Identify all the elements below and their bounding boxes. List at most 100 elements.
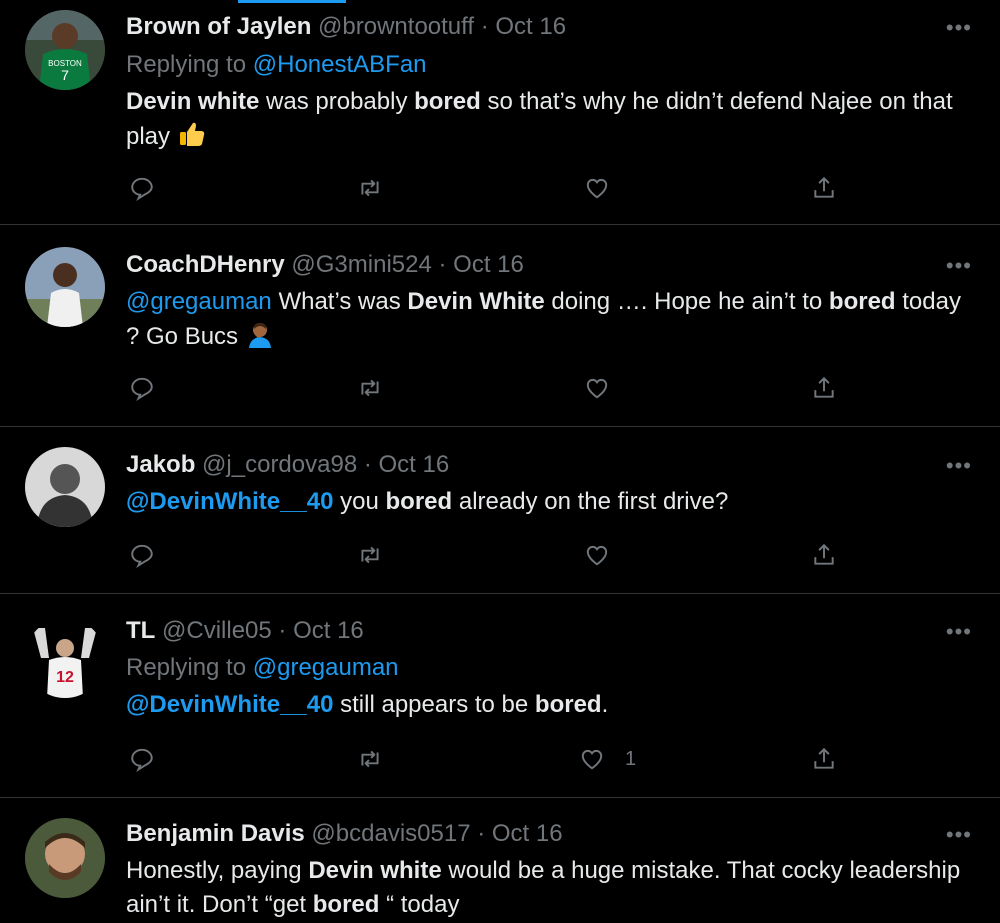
heart-icon — [586, 545, 608, 566]
text: “ today — [379, 891, 460, 918]
timestamp[interactable]: Oct 16 — [495, 13, 566, 40]
share-icon — [814, 747, 834, 769]
reply-button[interactable] — [122, 739, 162, 779]
separator: · — [271, 617, 294, 644]
like-button[interactable] — [577, 168, 617, 208]
like-button[interactable] — [577, 368, 617, 408]
tweet[interactable]: CoachDHenry @G3mini524 · Oct 16 ••• @gre… — [0, 225, 1000, 427]
avatar-image — [25, 447, 105, 527]
mention[interactable]: @gregauman — [126, 288, 272, 315]
tweet-actions: 1 — [0, 739, 1000, 779]
replying-to: Replying to @HonestABFan — [126, 50, 427, 80]
timestamp[interactable]: Oct 16 — [293, 617, 364, 644]
share-icon — [814, 176, 834, 198]
handle[interactable]: @G3mini524 — [291, 251, 431, 278]
like-button[interactable] — [577, 535, 617, 575]
retweet-button[interactable] — [350, 168, 390, 208]
tweet[interactable]: BOSTON 7 Brown of Jaylen @browntootuff ·… — [0, 0, 1000, 225]
reply-icon — [131, 748, 153, 772]
share-button[interactable] — [804, 368, 844, 408]
tweet-actions — [0, 368, 1000, 408]
tweet[interactable]: Jakob @j_cordova98 · Oct 16 ••• @DevinWh… — [0, 427, 1000, 594]
avatar[interactable] — [25, 447, 105, 527]
separator: · — [357, 451, 379, 478]
display-name[interactable]: Jakob — [126, 451, 195, 478]
share-button[interactable] — [804, 535, 844, 575]
reply-button[interactable] — [122, 368, 162, 408]
separator: · — [431, 251, 454, 278]
handle[interactable]: @j_cordova98 — [202, 451, 357, 478]
replying-to-mention[interactable]: @gregauman — [253, 654, 399, 681]
facepalm-icon — [248, 323, 271, 348]
avatar-image — [25, 818, 105, 898]
reply-icon — [131, 377, 153, 401]
heart-icon — [586, 378, 608, 399]
timestamp[interactable]: Oct 16 — [379, 451, 450, 478]
tweet-text: Honestly, paying Devin white would be a … — [126, 854, 966, 922]
reply-button[interactable] — [122, 168, 162, 208]
share-button[interactable] — [804, 739, 844, 779]
handle[interactable]: @Cville05 — [162, 617, 272, 644]
more-options-icon[interactable]: ••• — [946, 17, 972, 39]
timestamp[interactable]: Oct 16 — [453, 251, 524, 278]
more-options-icon[interactable]: ••• — [946, 455, 972, 477]
tweet-header: Jakob @j_cordova98 · Oct 16 — [126, 450, 449, 480]
retweet-button[interactable] — [350, 535, 390, 575]
share-icon — [814, 543, 834, 565]
tweet-header: Brown of Jaylen @browntootuff · Oct 16 — [126, 12, 566, 42]
display-name[interactable]: Benjamin Davis — [126, 820, 305, 847]
heart-icon — [581, 749, 603, 770]
timestamp[interactable]: Oct 16 — [492, 820, 563, 847]
tweet-actions — [0, 168, 1000, 208]
tweet-text: Devin white was probably bored so that’s… — [126, 85, 966, 154]
display-name[interactable]: Brown of Jaylen — [126, 13, 311, 40]
replying-prefix: Replying to — [126, 51, 247, 78]
heart-icon — [586, 178, 608, 199]
share-button[interactable] — [804, 168, 844, 208]
text: What’s was — [271, 288, 408, 315]
display-name[interactable]: CoachDHenry — [126, 251, 285, 278]
text: . — [601, 691, 609, 718]
mention[interactable]: @DevinWhite__40 — [126, 488, 333, 515]
avatar[interactable]: 12 — [25, 618, 105, 698]
retweet-button[interactable] — [350, 368, 390, 408]
text-bold: bored — [414, 88, 481, 115]
avatar-image: 12 — [25, 618, 105, 698]
retweet-icon — [361, 546, 379, 564]
text: you — [333, 488, 386, 515]
replying-to-mention[interactable]: @HonestABFan — [253, 51, 427, 78]
thumbs-up-icon — [179, 122, 204, 146]
handle[interactable]: @bcdavis0517 — [311, 820, 470, 847]
like-count: 1 — [625, 748, 637, 770]
avatar[interactable] — [25, 818, 105, 898]
avatar[interactable]: BOSTON 7 — [25, 10, 105, 90]
display-name[interactable]: TL — [126, 617, 155, 644]
text-bold: Devin white — [126, 88, 260, 115]
reply-icon — [131, 177, 153, 201]
retweet-button[interactable] — [350, 739, 390, 779]
text: Honestly, paying — [126, 857, 309, 884]
tweet[interactable]: Benjamin Davis @bcdavis0517 · Oct 16 •••… — [0, 798, 1000, 923]
reply-button[interactable] — [122, 535, 162, 575]
tweet[interactable]: 12 TL @Cville05 · Oct 16 ••• Replying to… — [0, 594, 1000, 798]
text: already on the first drive? — [452, 488, 729, 515]
replying-prefix: Replying to — [126, 654, 247, 681]
text-bold: bored — [828, 288, 896, 315]
reply-icon — [131, 544, 153, 568]
mention[interactable]: @DevinWhite__40 — [126, 691, 333, 718]
avatar[interactable] — [25, 247, 105, 327]
handle[interactable]: @browntootuff — [318, 13, 474, 40]
like-button[interactable] — [572, 739, 612, 779]
separator: · — [470, 820, 492, 847]
text-bold: Devin White — [407, 288, 545, 315]
more-options-icon[interactable]: ••• — [946, 621, 972, 643]
tweet-header: CoachDHenry @G3mini524 · Oct 16 — [126, 250, 524, 280]
separator: · — [474, 13, 496, 40]
tweet-header: TL @Cville05 · Oct 16 — [126, 616, 364, 646]
more-options-icon[interactable]: ••• — [946, 824, 972, 846]
text-bold: bored — [312, 891, 380, 918]
text: was probably — [259, 88, 415, 115]
avatar-image — [25, 247, 105, 327]
more-options-icon[interactable]: ••• — [946, 255, 972, 277]
tweet-text: @DevinWhite__40 still appears to be bore… — [126, 688, 966, 722]
